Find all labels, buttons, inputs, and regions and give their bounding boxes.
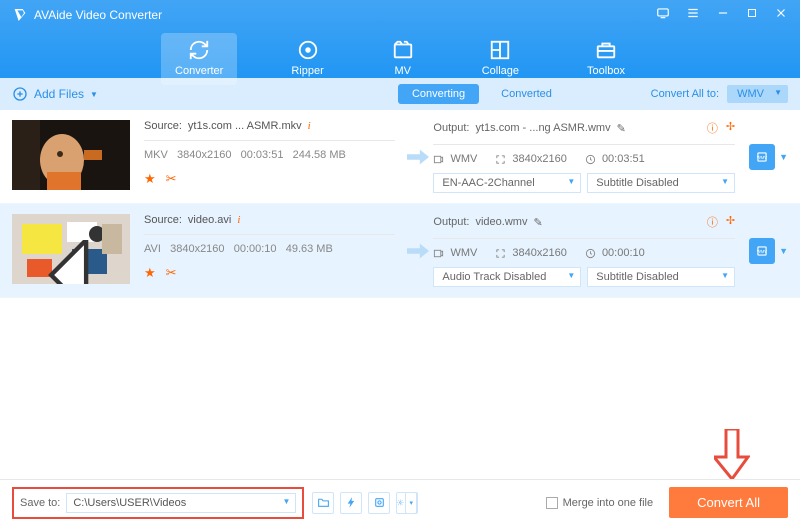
highlight-arrow <box>714 429 750 481</box>
merge-label: Merge into one file <box>563 497 654 509</box>
save-to-label: Save to: <box>20 497 60 509</box>
ripper-icon <box>297 39 319 61</box>
footer: Save to: C:\Users\USER\Videos ▾ Merge in… <box>0 479 800 525</box>
compress-icon[interactable]: ✢ <box>726 214 735 230</box>
cut-icon[interactable]: ✂ <box>166 265 177 281</box>
thumbnail[interactable] <box>12 120 130 190</box>
output-label: Output: <box>433 216 469 228</box>
accel-icon[interactable] <box>340 492 362 514</box>
nav-label: Collage <box>482 65 519 77</box>
mv-icon <box>392 39 414 61</box>
output-filename: video.wmv <box>475 216 527 228</box>
nav-label: Toolbox <box>587 65 625 77</box>
nav-label: Ripper <box>291 65 323 77</box>
format-badge[interactable]: WMV <box>749 238 775 264</box>
clock-icon <box>585 154 596 165</box>
tab-converting[interactable]: Converting <box>398 84 479 104</box>
output-info-icon[interactable]: ⓘ <box>707 120 718 136</box>
edit-icon[interactable]: ✎ <box>617 122 626 135</box>
maximize-icon[interactable] <box>746 7 758 22</box>
nav-converter[interactable]: Converter <box>161 33 237 85</box>
resolution-icon <box>495 154 506 165</box>
list-item: Source: video.avi i AVI 3840x2160 00:00:… <box>0 204 800 298</box>
plus-circle-icon <box>12 86 28 102</box>
edit-icon[interactable]: ✎ <box>533 216 542 229</box>
converter-icon <box>188 39 210 61</box>
titlebar: AVAide Video Converter <box>0 0 800 29</box>
format-badge[interactable]: WMV <box>749 144 775 170</box>
collage-icon <box>489 39 511 61</box>
subtitle-select[interactable]: Subtitle Disabled <box>587 267 735 287</box>
minimize-icon[interactable] <box>716 6 730 23</box>
settings-icon[interactable]: ▾ <box>396 492 418 514</box>
output-label: Output: <box>433 122 469 134</box>
tab-converted[interactable]: Converted <box>487 84 566 104</box>
main-nav: Converter Ripper MV Collage Toolbox <box>0 29 800 85</box>
output-info-icon[interactable]: ⓘ <box>707 214 718 230</box>
close-icon[interactable] <box>774 6 788 23</box>
info-icon[interactable]: i <box>237 214 240 226</box>
add-files-label: Add Files <box>34 87 84 101</box>
merge-checkbox[interactable]: Merge into one file <box>546 497 654 509</box>
list-item: Source: yt1s.com ... ASMR.mkv i MKV 3840… <box>0 110 800 204</box>
subtitle-select[interactable]: Subtitle Disabled <box>587 173 735 193</box>
source-meta: AVI 3840x2160 00:00:10 49.63 MB <box>144 243 395 255</box>
source-filename: yt1s.com ... ASMR.mkv <box>188 120 302 132</box>
convert-all-button[interactable]: Convert All <box>669 487 788 518</box>
checkbox-icon <box>546 497 558 509</box>
save-to-group: Save to: C:\Users\USER\Videos <box>12 487 304 519</box>
nav-collage[interactable]: Collage <box>468 33 533 85</box>
file-list: Source: yt1s.com ... ASMR.mkv i MKV 3840… <box>0 110 800 435</box>
svg-text:WMV: WMV <box>757 248 767 253</box>
audio-select[interactable]: Audio Track Disabled <box>433 267 581 287</box>
compress-icon[interactable]: ✢ <box>726 120 735 136</box>
video-icon <box>433 154 444 165</box>
cut-icon[interactable]: ✂ <box>166 171 177 187</box>
nav-label: MV <box>394 65 411 77</box>
source-meta: MKV 3840x2160 00:03:51 244.58 MB <box>144 149 395 161</box>
audio-select[interactable]: EN-AAC-2Channel <box>433 173 581 193</box>
svg-text:WMV: WMV <box>757 154 767 159</box>
thumbnail[interactable] <box>12 214 130 284</box>
add-files-button[interactable]: Add Files ▼ <box>12 86 98 102</box>
chevron-down-icon[interactable]: ▼ <box>779 246 788 256</box>
convert-all-to-select[interactable]: WMV <box>727 85 788 103</box>
gpu-icon[interactable] <box>368 492 390 514</box>
star-icon[interactable]: ★ <box>144 265 156 281</box>
app-logo <box>12 7 28 23</box>
arrow-icon <box>403 243 433 259</box>
arrow-icon <box>403 149 433 165</box>
convert-all-to-label: Convert All to: <box>651 88 719 100</box>
chevron-down-icon[interactable]: ▼ <box>779 152 788 162</box>
toolbox-icon <box>595 39 617 61</box>
nav-ripper[interactable]: Ripper <box>277 33 337 85</box>
star-icon[interactable]: ★ <box>144 171 156 187</box>
open-folder-icon[interactable] <box>312 492 334 514</box>
nav-label: Converter <box>175 65 223 77</box>
chevron-down-icon: ▼ <box>90 90 98 99</box>
info-icon[interactable]: i <box>308 120 311 132</box>
source-label: Source: <box>144 214 182 226</box>
prev-frame-icon[interactable] <box>14 240 130 284</box>
source-filename: video.avi <box>188 214 231 226</box>
menu-bars-icon[interactable] <box>686 6 700 23</box>
output-filename: yt1s.com - ...ng ASMR.wmv <box>475 122 610 134</box>
source-label: Source: <box>144 120 182 132</box>
app-title: AVAide Video Converter <box>34 8 162 22</box>
save-path-select[interactable]: C:\Users\USER\Videos <box>66 493 296 513</box>
menu-msg-icon[interactable] <box>656 6 670 23</box>
nav-mv[interactable]: MV <box>378 33 428 85</box>
nav-toolbox[interactable]: Toolbox <box>573 33 639 85</box>
